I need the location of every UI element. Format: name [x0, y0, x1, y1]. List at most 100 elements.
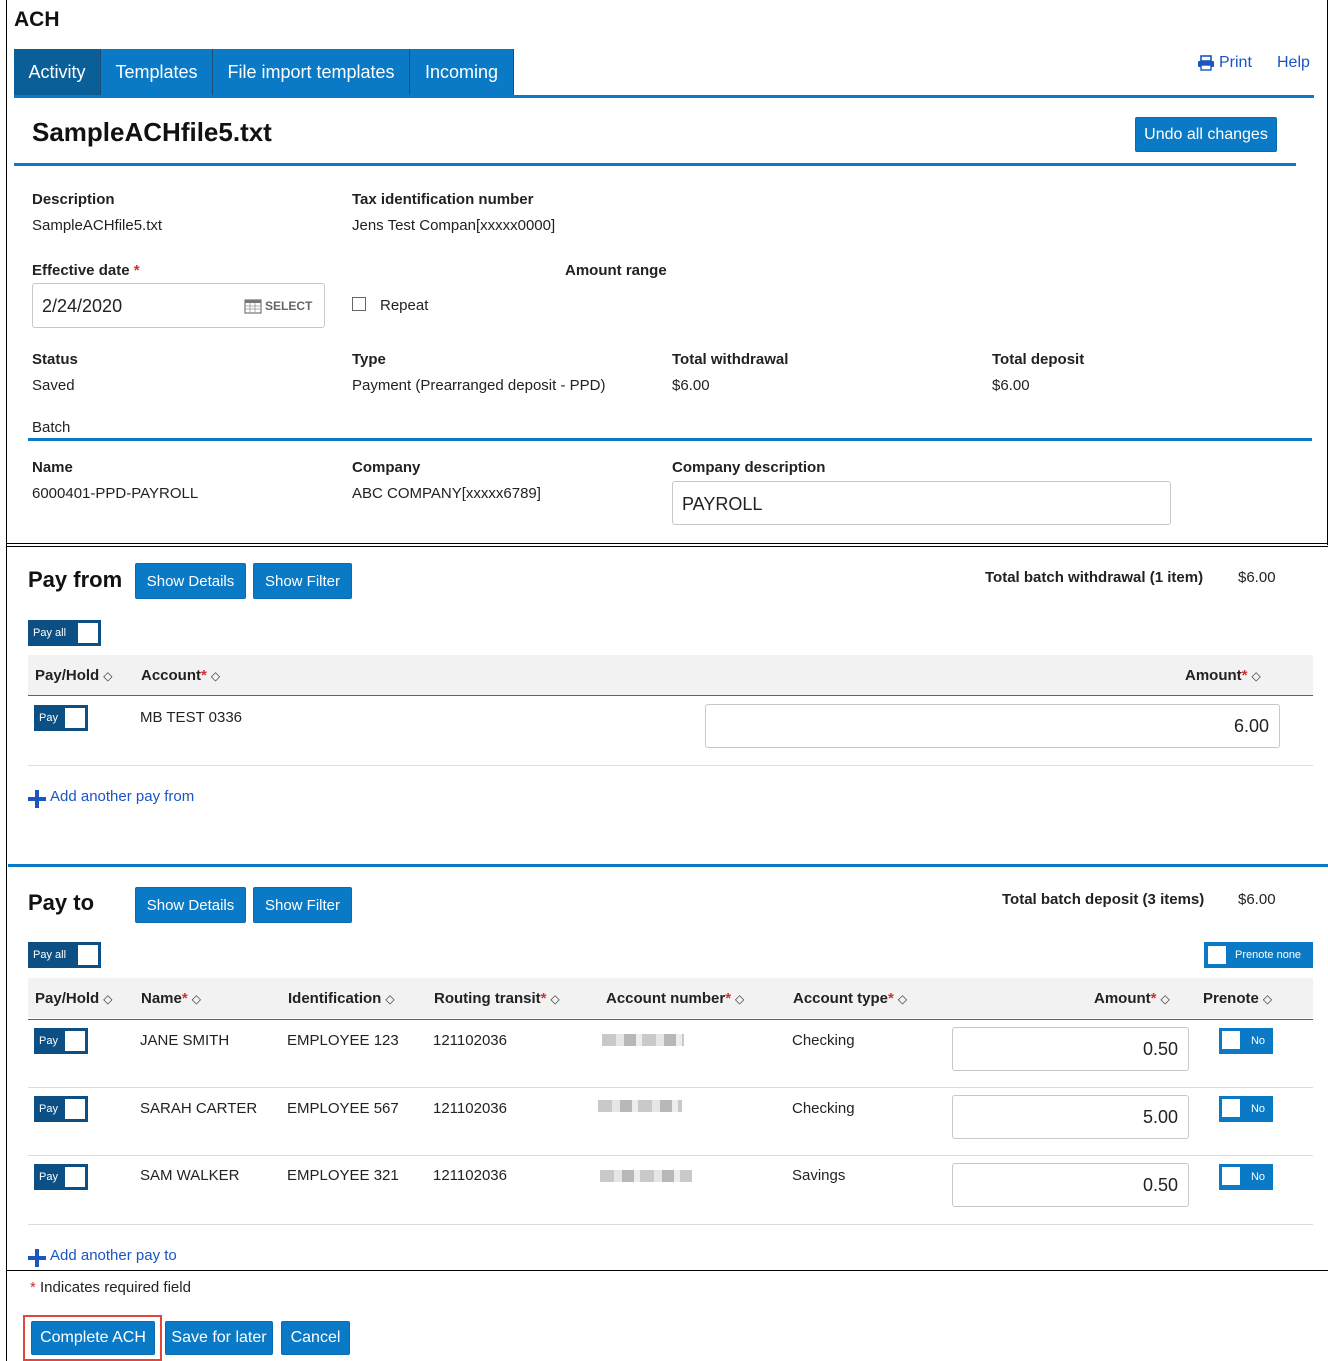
col-prenote[interactable]: Prenote ◇	[1203, 990, 1272, 1007]
pay-from-row-toggle[interactable]: Pay	[34, 705, 88, 731]
pay-from-amount-input[interactable]: 6.00	[705, 704, 1280, 748]
row-name: SARAH CARTER	[140, 1100, 258, 1117]
col-routing-label: Routing transit	[434, 990, 541, 1007]
total-withdrawal-value: $6.00	[672, 377, 710, 394]
sort-icon: ◇	[103, 669, 113, 683]
row-account-type: Checking	[792, 1032, 855, 1049]
col-identification[interactable]: Identification ◇	[288, 990, 395, 1007]
toggle-label: Pay	[39, 712, 58, 724]
frame-divider-footer	[6, 1270, 1328, 1271]
type-value: Payment (Prearranged deposit - PPD)	[352, 377, 606, 394]
required-mark: *	[540, 990, 547, 1007]
row-divider	[28, 1224, 1313, 1225]
printer-icon	[1198, 55, 1214, 71]
add-another-pay-to-link[interactable]: Add another pay to	[50, 1247, 177, 1264]
pay-from-show-details-button[interactable]: Show Details	[135, 563, 246, 599]
col-account-number-label: Account number	[606, 990, 726, 1007]
tab-templates[interactable]: Templates	[101, 49, 213, 96]
required-mark: *	[725, 990, 732, 1007]
toggle-knob	[78, 945, 98, 965]
required-mark: *	[1241, 667, 1248, 684]
col-pay-hold[interactable]: Pay/Hold ◇	[35, 990, 112, 1007]
required-mark: *	[30, 1279, 36, 1296]
print-label: Print	[1219, 54, 1252, 71]
row-divider	[28, 765, 1313, 766]
tab-incoming[interactable]: Incoming	[410, 49, 514, 96]
row-amount-input[interactable]: 5.00	[952, 1095, 1189, 1139]
company-value: ABC COMPANY[xxxxx6789]	[352, 485, 541, 502]
pay-from-pay-all-toggle[interactable]: Pay all	[28, 620, 101, 646]
amount-range-label: Amount range	[565, 262, 667, 279]
effective-date-field[interactable]: 2/24/2020 SELECT	[32, 283, 325, 328]
tab-file-import-templates[interactable]: File import templates	[213, 49, 410, 96]
row-routing: 121102036	[433, 1032, 507, 1049]
date-select-button[interactable]: SELECT	[244, 298, 312, 314]
pay-to-show-details-button[interactable]: Show Details	[135, 887, 246, 923]
prenote-none-label: Prenote none	[1235, 949, 1302, 961]
pay-to-pay-all-toggle[interactable]: Pay all	[28, 942, 101, 968]
row-divider	[28, 1087, 1313, 1088]
batch-name-value: 6000401-PPD-PAYROLL	[32, 485, 199, 502]
sort-icon: ◇	[735, 992, 745, 1006]
company-description-value: PAYROLL	[682, 494, 763, 514]
col-account-type[interactable]: Account type* ◇	[793, 990, 907, 1007]
repeat-checkbox[interactable]	[352, 297, 366, 311]
row-prenote-toggle[interactable]: No	[1219, 1028, 1273, 1054]
pay-to-show-filter-button[interactable]: Show Filter	[253, 887, 352, 923]
type-label: Type	[352, 351, 386, 368]
row-amount-input[interactable]: 0.50	[952, 1163, 1189, 1207]
row-prenote-toggle[interactable]: No	[1219, 1164, 1273, 1190]
tabs-underline	[14, 95, 1314, 98]
total-deposit-label: Total deposit	[992, 351, 1085, 368]
col-account-label: Account	[141, 667, 201, 684]
page-title: SampleACHfile5.txt	[32, 117, 272, 147]
undo-all-changes-button[interactable]: Undo all changes	[1135, 117, 1277, 152]
col-amount[interactable]: Amount* ◇	[1094, 990, 1170, 1007]
complete-ach-button[interactable]: Complete ACH	[31, 1321, 155, 1355]
row-prenote-toggle[interactable]: No	[1219, 1096, 1273, 1122]
pay-to-total-label: Total batch deposit (3 items)	[1002, 891, 1205, 908]
toggle-label: Pay	[39, 1103, 58, 1115]
col-pay-hold[interactable]: Pay/Hold ◇	[35, 667, 112, 684]
toggle-knob	[1208, 946, 1226, 964]
cancel-button[interactable]: Cancel	[281, 1321, 350, 1355]
row-pay-toggle[interactable]: Pay	[34, 1096, 88, 1122]
tax-id-label: Tax identification number	[352, 191, 534, 208]
description-value: SampleACHfile5.txt	[32, 217, 163, 234]
select-label: SELECT	[265, 299, 313, 313]
pay-from-show-filter-button[interactable]: Show Filter	[253, 563, 352, 599]
frame-left	[6, 0, 7, 1361]
row-routing: 121102036	[433, 1167, 507, 1184]
row-amount-input[interactable]: 0.50	[952, 1027, 1189, 1071]
toggle-label: Pay	[39, 1035, 58, 1047]
plus-icon[interactable]	[28, 790, 46, 808]
row-pay-toggle[interactable]: Pay	[34, 1164, 88, 1190]
col-account-number[interactable]: Account number* ◇	[606, 990, 744, 1007]
app-title: ACH	[14, 8, 60, 31]
col-name-label: Name	[141, 990, 182, 1007]
col-account-type-label: Account type	[793, 990, 889, 1007]
effective-date-label: Effective date *	[32, 262, 140, 279]
col-amount[interactable]: Amount* ◇	[1185, 667, 1261, 684]
toggle-knob	[78, 623, 98, 643]
pay-from-total-label: Total batch withdrawal (1 item)	[985, 569, 1204, 586]
sort-icon: ◇	[1251, 669, 1261, 683]
row-pay-toggle[interactable]: Pay	[34, 1028, 88, 1054]
tab-activity[interactable]: Activity	[14, 49, 101, 96]
toggle-knob	[1222, 1099, 1240, 1117]
help-link[interactable]: Help	[1277, 54, 1310, 72]
toggle-knob	[65, 1031, 85, 1051]
col-name[interactable]: Name* ◇	[141, 990, 201, 1007]
plus-icon[interactable]	[28, 1249, 46, 1267]
save-for-later-button[interactable]: Save for later	[165, 1321, 273, 1355]
effective-date-value: 2/24/2020	[42, 296, 123, 316]
batch-underline	[28, 438, 1312, 441]
add-another-pay-from-link[interactable]: Add another pay from	[50, 788, 194, 805]
company-description-input[interactable]: PAYROLL	[672, 481, 1171, 525]
sort-icon: ◇	[550, 992, 560, 1006]
col-routing-transit[interactable]: Routing transit* ◇	[434, 990, 560, 1007]
prenote-none-toggle[interactable]: Prenote none	[1204, 942, 1313, 968]
print-link[interactable]: Print	[1197, 54, 1252, 72]
row-name: JANE SMITH	[140, 1032, 230, 1049]
col-account[interactable]: Account* ◇	[141, 667, 220, 684]
